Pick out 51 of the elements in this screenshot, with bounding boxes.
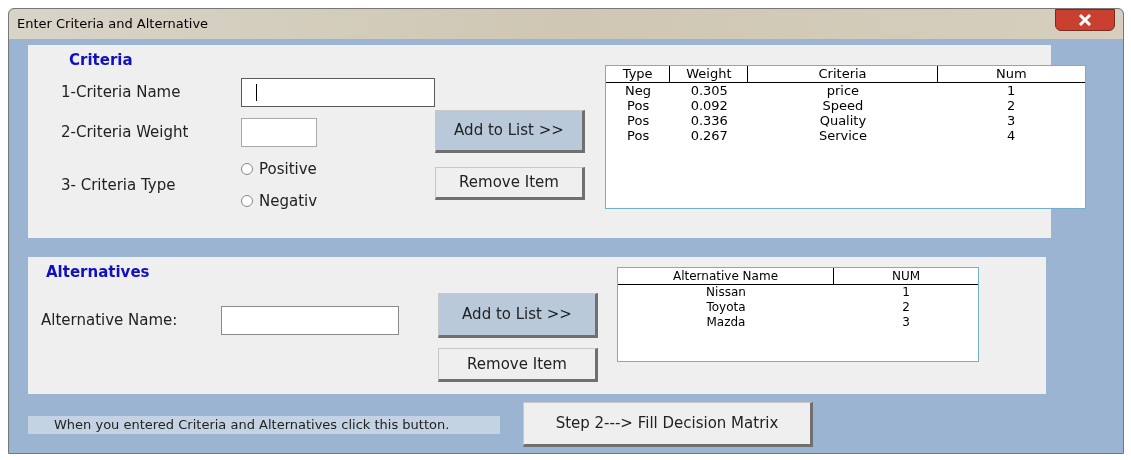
column-header[interactable]: Weight	[670, 66, 749, 82]
table-cell-text: Quality	[818, 113, 868, 128]
table-cell-text: 4	[1006, 128, 1017, 143]
table-cell-text: Service	[817, 128, 868, 143]
field-label: 1-Criteria Name	[61, 82, 182, 104]
table-cell-text: Mazda	[705, 315, 747, 330]
button[interactable]: Add to List >>	[438, 293, 598, 338]
column-header[interactable]: NUM	[834, 268, 978, 284]
column-header[interactable]: Type	[606, 66, 671, 82]
table-cell-text: Pos	[626, 128, 651, 143]
button[interactable]: Remove Item	[438, 348, 598, 382]
table-cell-text: 2	[1006, 98, 1017, 113]
table-cell-text: 0.092	[689, 98, 729, 113]
table-cell-text: 1	[901, 285, 911, 300]
section-heading: Criteria	[68, 50, 134, 71]
button[interactable]: Remove Item	[435, 167, 585, 200]
hint-text: When you entered Criteria and Alternatives click this button.	[28, 415, 500, 434]
input-field[interactable]	[241, 78, 435, 107]
input-field[interactable]	[241, 118, 317, 147]
table-cell-text: Pos	[626, 98, 651, 113]
table-cell-text: 3	[1006, 113, 1017, 128]
table-cell-text: Pos	[626, 113, 651, 128]
column-header[interactable]: Criteria	[748, 66, 938, 82]
table-cell-text: Neg	[624, 83, 653, 98]
close-button[interactable]	[1055, 9, 1115, 31]
table-cell-text: 3	[901, 315, 911, 330]
field-label: 3- Criteria Type	[61, 174, 177, 196]
field-label: 2-Criteria Weight	[61, 122, 190, 144]
column-header[interactable]: Num	[937, 66, 1085, 82]
radio-option[interactable]: Negativ	[241, 190, 318, 213]
text-cursor	[256, 84, 257, 101]
table-cell-text: Toyota	[705, 300, 747, 315]
table-cell-text: 2	[901, 300, 911, 315]
table-cell-text: 0.336	[689, 113, 729, 128]
button[interactable]: Add to List >>	[435, 110, 585, 153]
radio-button[interactable]	[241, 195, 253, 208]
table-cell-text: 1	[1006, 83, 1017, 98]
window-title: Enter Criteria and Alternative	[16, 15, 209, 34]
column-header[interactable]: Alternative Name	[618, 268, 834, 284]
close-icon	[1078, 14, 1092, 26]
input-field[interactable]	[221, 305, 399, 335]
table-cell-text: Speed	[821, 98, 865, 113]
table-cell-text: price	[825, 83, 861, 98]
table-cell-text: 0.267	[689, 128, 729, 143]
radio-button[interactable]	[241, 162, 253, 175]
table-cell-text: 0.305	[689, 83, 729, 98]
button[interactable]: Step 2---> Fill Decision Matrix	[523, 402, 813, 447]
radio-option[interactable]: Positive	[241, 157, 318, 180]
section-heading: Alternatives	[45, 262, 151, 283]
field-label: Alternative Name:	[41, 309, 179, 331]
table-cell-text: Nissan	[705, 285, 747, 300]
